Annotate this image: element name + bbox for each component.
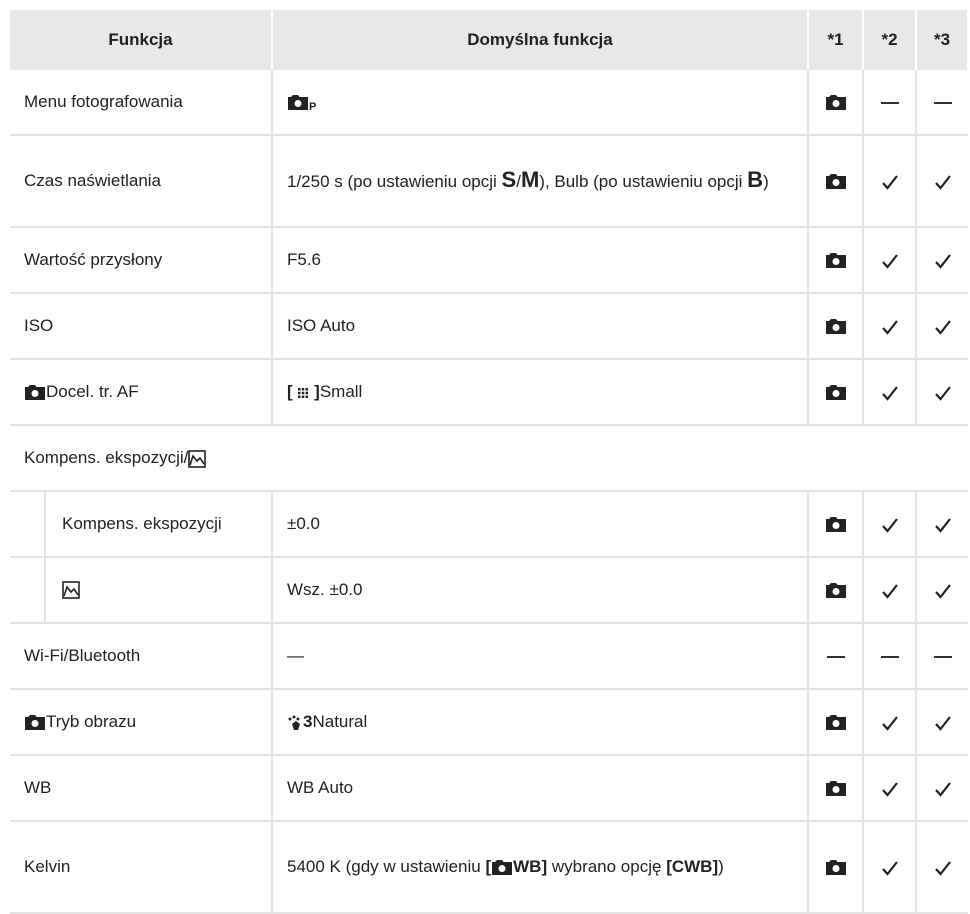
table-row: Docel. tr. AF [ ]Small (10, 359, 968, 425)
camera-icon (825, 174, 846, 190)
camera-icon (825, 253, 846, 269)
table-row: Kompens. ekspozycji ±0.0 (10, 491, 968, 557)
dash-icon (826, 655, 845, 658)
check-icon (881, 781, 898, 797)
camera-icon (25, 385, 45, 401)
header-note-2: *2 (863, 10, 917, 70)
header-note-1: *1 (808, 10, 864, 70)
camera-icon (492, 860, 513, 876)
row-label: Tryb obrazu (10, 689, 273, 755)
row-label: Kompens. ekspozycji (62, 514, 222, 533)
table-row: ISO ISO Auto (10, 293, 968, 359)
check-icon (934, 583, 951, 599)
shooting-menu-p-label: P (309, 100, 317, 113)
table-row: WB WB Auto (10, 755, 968, 821)
camera-icon (825, 583, 846, 599)
camera-icon (825, 781, 846, 797)
check-icon (934, 517, 951, 533)
row-label: WB (10, 755, 273, 821)
camera-icon (825, 517, 846, 533)
row-value: — (272, 623, 809, 689)
check-icon (881, 319, 898, 335)
table-row: Menu fotografowania P (10, 70, 968, 135)
camera-icon (825, 319, 846, 335)
sub-indent (10, 558, 46, 622)
table-row: Tryb obrazu 3Natural (10, 689, 968, 755)
af-target-icon (298, 387, 309, 398)
group-label: Kompens. ekspozycji/ (10, 425, 968, 491)
dash-icon (933, 101, 952, 104)
check-icon (881, 174, 898, 190)
check-icon (934, 781, 951, 797)
sub-indent (10, 492, 46, 556)
check-icon (881, 715, 898, 731)
row-label: Czas naświetlania (10, 135, 273, 227)
row-value: 1/250 s (po ustawieniu opcji S/M), Bulb … (272, 135, 809, 227)
header-row: Funkcja Domyślna funkcja *1 *2 *3 (10, 10, 969, 70)
check-icon (934, 253, 951, 269)
camera-icon (825, 860, 846, 876)
camera-icon (825, 715, 846, 731)
row-value: 3Natural (272, 689, 809, 755)
header-funkcja: Funkcja (10, 10, 273, 70)
histogram-icon (62, 581, 80, 599)
row-value: ±0.0 (272, 491, 809, 557)
check-icon (934, 715, 951, 731)
row-value: 5400 K (gdy w ustawieniu [WB] wybrano op… (272, 821, 809, 913)
picture-mode-icon (288, 715, 300, 730)
table-row: Wi-Fi/Bluetooth — (10, 623, 968, 689)
check-icon (881, 517, 898, 533)
row-value: Wsz. ±0.0 (272, 557, 809, 623)
camera-icon (825, 385, 846, 401)
check-icon (881, 253, 898, 269)
dash-icon (880, 655, 899, 658)
row-value: [ ]Small (272, 359, 809, 425)
row-value: WB Auto (272, 755, 809, 821)
check-icon (934, 385, 951, 401)
check-icon (881, 860, 898, 876)
table-row: Kelvin 5400 K (gdy w ustawieniu [WB] wyb… (10, 821, 968, 913)
table-row-group: Kompens. ekspozycji/ (10, 425, 968, 491)
histogram-icon (188, 449, 207, 468)
camera-icon (288, 94, 308, 110)
table-row: Czas naświetlania 1/250 s (po ustawieniu… (10, 135, 968, 227)
check-icon (881, 385, 898, 401)
check-icon (934, 174, 951, 190)
row-label: Docel. tr. AF (10, 359, 273, 425)
row-value: ISO Auto (272, 293, 809, 359)
row-label: Wi-Fi/Bluetooth (10, 623, 273, 689)
check-icon (934, 860, 951, 876)
table-row: Wartość przysłony F5.6 (10, 227, 968, 293)
table-row: Wsz. ±0.0 (10, 557, 968, 623)
settings-table: Funkcja Domyślna funkcja *1 *2 *3 Menu f… (10, 10, 969, 914)
camera-icon (25, 715, 45, 731)
row-label: Menu fotografowania (10, 70, 273, 135)
dash-icon (880, 101, 899, 104)
header-domyslna: Domyślna funkcja (272, 10, 809, 70)
row-value: F5.6 (272, 227, 809, 293)
row-value: P (272, 70, 809, 135)
header-note-3: *3 (916, 10, 969, 70)
check-icon (934, 319, 951, 335)
camera-icon (825, 95, 846, 111)
dash-icon (933, 655, 952, 658)
check-icon (881, 583, 898, 599)
row-label: ISO (10, 293, 273, 359)
row-label: Wartość przysłony (10, 227, 273, 293)
row-label: Kelvin (10, 821, 273, 913)
